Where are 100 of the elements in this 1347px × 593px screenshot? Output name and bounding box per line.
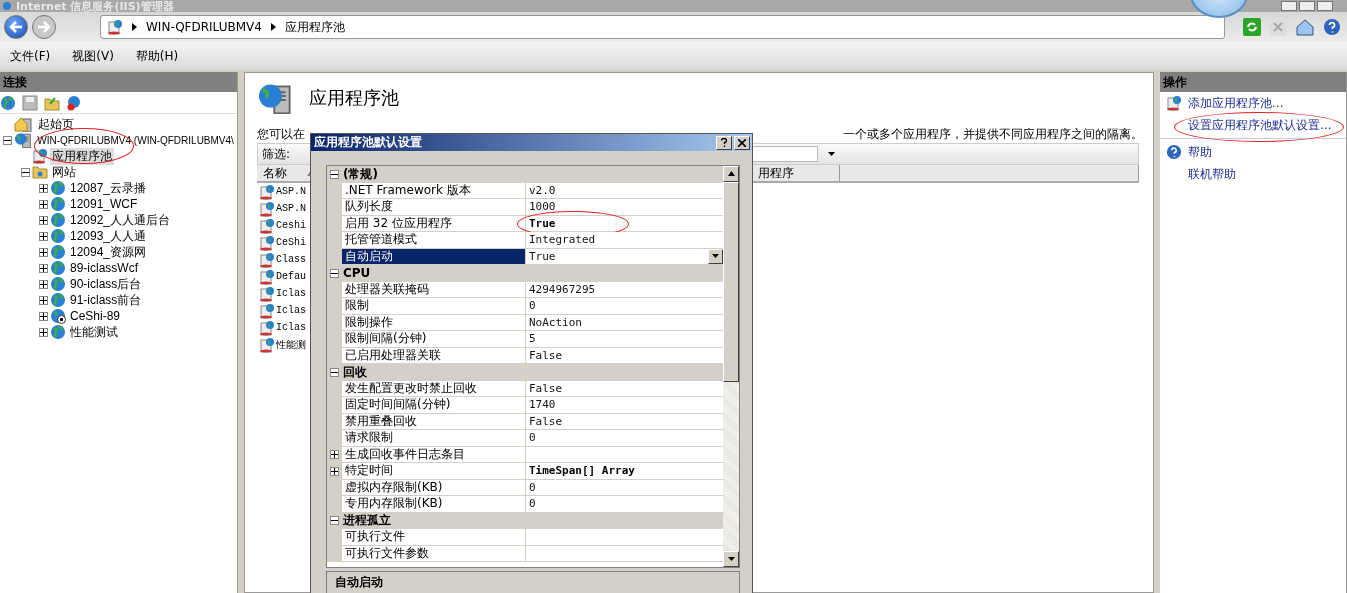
action-link[interactable]: 联机帮助 xyxy=(1188,165,1236,183)
menu-item[interactable]: 帮助(H) xyxy=(135,47,179,65)
action-link[interactable]: 设置应用程序池默认设置... xyxy=(1188,116,1332,134)
property-name[interactable]: 专用内存限制(KB) xyxy=(342,496,526,513)
tree-item[interactable]: 12091_WCF xyxy=(68,197,140,211)
breadcrumb-item[interactable]: 应用程序池 xyxy=(284,18,345,36)
action-link[interactable]: 帮助 xyxy=(1188,143,1212,161)
scroll-up-button[interactable] xyxy=(723,166,739,182)
property-value[interactable]: True xyxy=(529,216,556,230)
expand-button[interactable] xyxy=(39,183,48,193)
collapse-button[interactable] xyxy=(330,367,339,377)
property-name[interactable]: 固定时间间隔(分钟) xyxy=(342,397,526,414)
property-value[interactable]: False xyxy=(529,414,563,428)
property-value[interactable]: False xyxy=(529,348,563,362)
expand-button[interactable] xyxy=(39,231,48,241)
property-value[interactable]: 0 xyxy=(529,299,536,313)
refresh-icon[interactable] xyxy=(1243,18,1261,36)
collapse-button[interactable] xyxy=(330,516,339,526)
back-button[interactable] xyxy=(4,15,28,39)
minimize-button[interactable] xyxy=(1281,1,1297,11)
collapse-button[interactable] xyxy=(330,169,339,179)
tree-item[interactable]: 91-iclass前台 xyxy=(68,291,144,309)
scroll-thumb[interactable] xyxy=(723,182,739,382)
tree-item[interactable]: 12093_人人通 xyxy=(68,227,149,245)
tree-item[interactable]: 12092_人人通后台 xyxy=(68,211,173,229)
tree-item[interactable]: 12094_资源网 xyxy=(68,243,149,261)
property-name[interactable]: 队列长度 xyxy=(342,199,526,216)
pool-name[interactable]: CeShi xyxy=(276,237,306,248)
pool-name[interactable]: Class xyxy=(276,254,306,265)
help-button[interactable] xyxy=(716,135,732,150)
plus-icon xyxy=(40,184,47,192)
tree-item[interactable]: 网站 xyxy=(50,163,78,181)
forward-button[interactable] xyxy=(32,15,56,39)
expand-button[interactable] xyxy=(39,327,48,337)
property-name[interactable]: 特定时间 xyxy=(342,463,526,480)
property-name[interactable]: 可执行文件 xyxy=(342,529,526,546)
expand-button[interactable] xyxy=(39,295,48,305)
scrollbar[interactable] xyxy=(723,166,739,567)
address-field[interactable]: WIN-QFDRILUBMV4 应用程序池 xyxy=(100,15,1225,39)
scroll-down-button[interactable] xyxy=(723,551,739,567)
expand-button[interactable] xyxy=(330,466,339,476)
collapse-button[interactable] xyxy=(21,167,30,177)
tree-item[interactable]: 90-iclass后台 xyxy=(68,275,144,293)
plus-icon xyxy=(40,216,47,224)
value-cell[interactable] xyxy=(526,529,723,546)
tree-item[interactable]: CeShi-89 xyxy=(68,309,123,323)
tree-item[interactable]: WIN-QFDRILUBMV4 (WIN-QFDRILUBMV4\ xyxy=(35,134,236,146)
property-value[interactable]: False xyxy=(529,381,563,395)
pool-name[interactable]: 性能测 xyxy=(276,337,306,352)
pool-name[interactable]: ASP.N xyxy=(276,186,306,197)
restore-button[interactable] xyxy=(1299,1,1315,11)
application-pool-icon xyxy=(259,251,275,268)
home-icon[interactable] xyxy=(1295,18,1315,36)
expand-button[interactable] xyxy=(39,279,48,289)
property-value[interactable]: 1000 xyxy=(529,200,556,214)
property-value[interactable]: 0 xyxy=(529,431,536,445)
pool-name[interactable]: Iclas xyxy=(276,288,306,299)
plus-icon xyxy=(40,232,47,240)
property-value[interactable]: 0 xyxy=(529,480,536,494)
property-name[interactable]: 限制 xyxy=(342,298,526,315)
property-name[interactable]: 托管管道模式 xyxy=(342,232,526,249)
expand-button[interactable] xyxy=(39,263,48,273)
save-icon[interactable] xyxy=(22,94,38,111)
pool-name[interactable]: Iclas xyxy=(276,322,306,333)
menu-item[interactable]: 视图(V) xyxy=(72,47,114,65)
category-header: 进程孤立 xyxy=(343,512,391,530)
property-name[interactable]: 请求限制 xyxy=(342,430,526,447)
expand-button[interactable] xyxy=(39,311,48,321)
pool-name[interactable]: Ceshi xyxy=(276,220,306,231)
expand-button[interactable] xyxy=(39,247,48,257)
breadcrumb-item[interactable]: WIN-QFDRILUBMV4 xyxy=(146,20,262,34)
plus-icon xyxy=(331,451,338,459)
property-value[interactable]: 1740 xyxy=(529,398,556,412)
property-name[interactable]: 限制间隔(分钟) xyxy=(342,331,526,348)
expand-button[interactable] xyxy=(330,450,339,460)
property-value[interactable]: 0 xyxy=(529,497,536,511)
filter-label: 筛选: xyxy=(262,145,291,163)
down-arrow-icon xyxy=(727,555,735,563)
server-icon xyxy=(14,132,34,148)
pool-name[interactable]: Defau xyxy=(276,271,306,282)
property-value[interactable]: 5 xyxy=(529,332,536,346)
help-icon[interactable] xyxy=(1323,18,1341,36)
app-icon xyxy=(2,1,12,11)
property-value[interactable]: v2.0 xyxy=(529,183,556,197)
expand-button[interactable] xyxy=(39,199,48,209)
expand-button[interactable] xyxy=(39,215,48,225)
menu-item[interactable]: 文件(F) xyxy=(10,47,51,65)
collapse-button[interactable] xyxy=(330,268,339,278)
property-value[interactable]: True xyxy=(529,249,556,263)
collapse-button[interactable] xyxy=(3,135,12,145)
tree-item[interactable]: 89-iclassWcf xyxy=(68,261,140,275)
action-link[interactable]: 添加应用程序池... xyxy=(1188,94,1284,112)
pool-name[interactable]: ASP.N xyxy=(276,203,306,214)
pool-name[interactable]: Iclas xyxy=(276,305,306,316)
disconnect-icon[interactable] xyxy=(66,94,82,111)
folder-icon xyxy=(32,165,48,179)
tree-item[interactable]: 起始页 xyxy=(36,115,76,133)
tree-item[interactable]: 12087_云录播 xyxy=(68,179,149,197)
tree-item[interactable]: 应用程序池 xyxy=(50,147,114,165)
tree-item[interactable]: 性能测试 xyxy=(68,323,120,341)
